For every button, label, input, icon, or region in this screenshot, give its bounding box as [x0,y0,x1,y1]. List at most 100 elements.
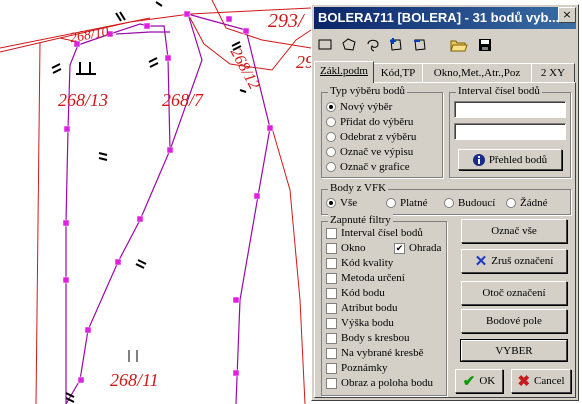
radio-indicator[interactable] [326,102,336,112]
checkmark-icon: ✔ [462,373,476,390]
filter-interval[interactable]: Interval čísel bodů [326,227,423,239]
radio-label: Označ v grafice [340,161,410,173]
selection-type-group: Typ výběru bodů Nový výběr Přidat do výb… [321,85,443,178]
radio-indicator[interactable] [326,132,336,142]
otoc-oznaceni-button[interactable]: Otoč označení [461,281,567,305]
radio-label: Označ ve výpisu [340,146,414,158]
filters-group: Zapnuté filtry Interval čísel bodů Okno … [321,214,447,396]
button-label: Cancel [534,375,565,387]
tab-strip: Zákl.podm Kód,TP Okno,Met.,Atr.,Poz 2 XY [314,61,576,83]
dialog-title[interactable]: BOLERA711 [BOLERA] - 31 bodů vyb... [314,7,576,29]
group-label: Body z VFK [328,182,389,194]
checkbox[interactable] [326,317,337,329]
checkbox[interactable] [326,287,337,299]
filter-kresba[interactable]: Body s kresbou [326,332,409,344]
tab-panel: Typ výběru bodů Nový výběr Přidat do výb… [314,82,576,398]
x-icon: ✕ [474,253,488,270]
polygon-select-icon[interactable] [340,36,358,54]
checkbox-label: Kód kvality [341,257,394,269]
tab-kod-tp[interactable]: Kód,TP [373,63,423,82]
cancel-x-icon: ✖ [517,373,531,390]
checkbox[interactable] [326,302,337,314]
radio-indicator[interactable] [444,198,454,208]
group-label: Interval čísel bodů [456,85,542,97]
radio-oznac-vypis[interactable]: Označ ve výpisu [326,146,413,158]
open-folder-icon[interactable] [450,36,468,54]
vyber-button[interactable]: VYBER [460,339,568,362]
radio-indicator[interactable] [386,198,396,208]
radio-label: Žádné [520,197,548,209]
ok-button[interactable]: ✔ OK [455,369,503,393]
radio-indicator[interactable] [326,198,336,208]
radio-label: Vše [340,197,358,209]
filter-okno[interactable]: Okno [326,242,365,254]
radio-indicator[interactable] [326,117,336,127]
tab-2-xy[interactable]: 2 XY [531,63,575,82]
checkbox-label: Okno [341,242,366,254]
add-selection-icon[interactable] [388,36,406,54]
radio-odebrat[interactable]: Odebrat z výběru [326,131,416,143]
parcel-label: 268/11 [110,370,159,390]
group-label: Zapnuté filtry [328,214,393,226]
radio-pridat[interactable]: Přidat do výběru [326,116,413,128]
interval-group: Interval čísel bodů Přehled bodů [449,85,571,178]
checkbox[interactable] [326,257,337,269]
checkbox[interactable] [326,332,337,344]
zrus-oznaceni-button[interactable]: ✕ Zruš označení [461,249,567,273]
radio-label: Budoucí [458,197,496,209]
filter-vybrana-kresba[interactable]: Na vybrané kresbě [326,347,423,359]
checkbox-checked[interactable]: ✔ [394,242,405,254]
checkbox[interactable] [326,362,337,374]
radio-indicator[interactable] [506,198,516,208]
checkbox-label: Metoda určení [341,272,405,284]
filter-kod-kvality[interactable]: Kód kvality [326,257,393,269]
radio-indicator[interactable] [326,147,336,157]
checkbox[interactable] [326,377,337,389]
select-points-dialog: BOLERA711 [BOLERA] - 31 bodů vyb... × Zá… [311,4,579,401]
remove-selection-icon[interactable] [412,36,430,54]
checkbox-label: Body s kresbou [341,332,410,344]
checkbox-label: Kód bodu [341,287,385,299]
filter-metoda[interactable]: Metoda určení [326,272,405,284]
tab-zakl-podm[interactable]: Zákl.podm [314,61,374,83]
radio-label: Nový výběr [340,101,393,113]
info-icon [472,153,485,166]
filter-vyska[interactable]: Výška bodu [326,317,394,329]
radio-label: Přidat do výběru [340,116,414,128]
close-button[interactable]: × [558,7,576,23]
interval-to-input[interactable] [454,123,566,140]
filter-ohrada[interactable]: ✔ Ohrada [394,242,441,254]
radio-indicator[interactable] [326,162,336,172]
radio-vse[interactable]: Vše [326,197,357,209]
checkbox[interactable] [326,227,337,239]
radio-oznac-grafika[interactable]: Označ v grafice [326,161,410,173]
save-disk-icon[interactable] [476,36,494,54]
checkbox-label: Poznámky [341,362,388,374]
checkbox-label: Atribut bodu [341,302,398,314]
filter-obraz-poloha[interactable]: Obraz a poloha bodu [326,377,433,389]
filter-atribut[interactable]: Atribut bodu [326,302,398,314]
radio-budouci[interactable]: Budoucí [444,197,495,209]
radio-label: Platné [400,197,428,209]
interval-from-input[interactable] [454,101,566,118]
button-label: OK [479,375,496,387]
rectangle-select-icon[interactable] [316,36,334,54]
checkbox-label: Výška bodu [341,317,394,329]
prehled-bodu-button[interactable]: Přehled bodů [458,149,562,170]
filter-poznamky[interactable]: Poznámky [326,362,387,374]
checkbox-label: Na vybrané kresbě [341,347,424,359]
oznac-vse-button[interactable]: Označ vše [461,219,567,243]
lasso-select-icon[interactable] [364,36,382,54]
filter-kod-bodu[interactable]: Kód bodu [326,287,385,299]
checkbox[interactable] [326,242,337,254]
tab-okno-met[interactable]: Okno,Met.,Atr.,Poz [422,63,532,82]
cancel-button[interactable]: ✖ Cancel [511,369,571,393]
radio-novy-vyber[interactable]: Nový výběr [326,101,392,113]
radio-platne[interactable]: Platné [386,197,428,209]
bodove-pole-button[interactable]: Bodové pole [461,309,567,333]
radio-zadne[interactable]: Žádné [506,197,547,209]
checkbox-label: Obraz a poloha bodu [341,377,433,389]
checkbox[interactable] [326,272,337,284]
checkbox[interactable] [326,347,337,359]
parcel-label: 268/13 [58,90,109,110]
